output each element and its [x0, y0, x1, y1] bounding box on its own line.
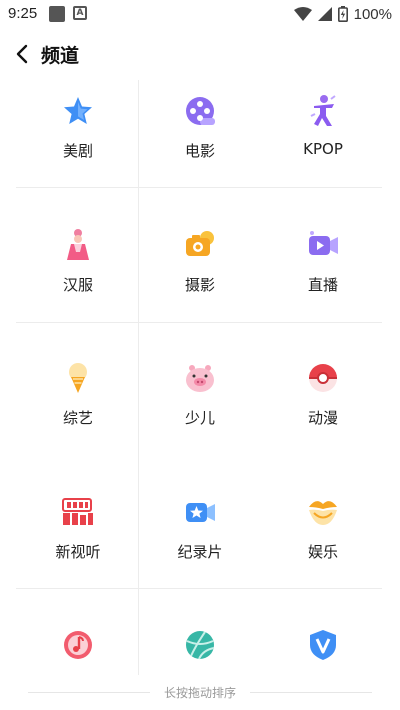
header: 频道	[0, 28, 400, 80]
grid-divider-horizontal	[16, 322, 382, 323]
status-bar: 9:25 A 100%	[0, 0, 400, 28]
signal-icon	[317, 7, 332, 21]
battery-icon	[337, 6, 348, 22]
ice-cream-icon	[69, 363, 87, 393]
camera-icon	[186, 231, 214, 256]
channel-item-sports[interactable]	[139, 614, 261, 675]
channel-label: KPOP	[303, 140, 343, 158]
channel-label: 摄影	[184, 276, 215, 294]
pig-icon	[186, 365, 214, 392]
dancer-icon	[310, 95, 336, 126]
grid-divider-horizontal	[16, 588, 382, 589]
channel-item-music[interactable]	[17, 614, 139, 675]
channel-item-dongman[interactable]: 动漫	[262, 347, 384, 447]
video-camera-icon	[309, 231, 338, 255]
channel-item-shaoer[interactable]: 少儿	[139, 347, 261, 447]
footer-divider-right	[250, 692, 372, 693]
battery-percent: 100%	[353, 5, 392, 23]
v-shield-icon	[310, 630, 336, 660]
sports-ball-icon	[186, 631, 215, 660]
channel-item-dianying[interactable]: 电影	[139, 80, 261, 180]
channel-item-kpop[interactable]: KPOP	[262, 80, 384, 180]
channel-label: 综艺	[62, 409, 93, 427]
channel-grid: 美剧 电影 KPOP 汉服 摄影 直播 综艺 少儿 动漫 新视听 纪录片 娱乐	[0, 80, 400, 675]
page-title: 频道	[41, 45, 80, 67]
back-button[interactable]	[8, 40, 36, 68]
channel-label: 娱乐	[307, 543, 338, 561]
channel-item-yule[interactable]: 娱乐	[262, 481, 384, 581]
star-icon	[64, 97, 92, 124]
channel-label: 少儿	[184, 409, 215, 427]
status-time: 9:25	[8, 5, 38, 22]
channel-label: 美剧	[62, 142, 93, 160]
channel-label: 电影	[184, 142, 215, 160]
footer: 长按拖动排序	[0, 675, 400, 710]
status-indicators: 100%	[293, 4, 392, 24]
channel-item-sheying[interactable]: 摄影	[139, 214, 261, 314]
music-note-icon	[64, 631, 92, 659]
film-reel-icon	[186, 97, 215, 125]
channel-item-xinshiting[interactable]: 新视听	[17, 481, 139, 581]
notification-app-icon	[49, 6, 65, 22]
new-era-logo-icon	[62, 498, 93, 525]
hanfu-figure-icon	[67, 229, 89, 260]
back-arrow-icon	[16, 44, 28, 64]
channel-label: 动漫	[307, 409, 338, 427]
lips-icon	[309, 501, 337, 525]
wifi-icon	[293, 7, 312, 21]
grid-divider-horizontal	[16, 187, 382, 188]
pokeball-icon	[309, 364, 337, 392]
channel-item-meiju[interactable]: 美剧	[17, 80, 139, 180]
channel-item-zhibo[interactable]: 直播	[262, 214, 384, 314]
documentary-camera-icon	[186, 503, 215, 522]
notification-a-icon: A	[73, 6, 87, 20]
channel-item-jilupian[interactable]: 纪录片	[139, 481, 261, 581]
channel-label: 新视听	[55, 543, 101, 561]
channel-label: 直播	[307, 276, 338, 294]
channel-label: 纪录片	[177, 543, 223, 561]
channel-item-hanfu[interactable]: 汉服	[17, 214, 139, 314]
channel-item-vshield[interactable]	[262, 614, 384, 675]
channel-item-zongyi[interactable]: 综艺	[17, 347, 139, 447]
channel-label: 汉服	[62, 276, 93, 294]
